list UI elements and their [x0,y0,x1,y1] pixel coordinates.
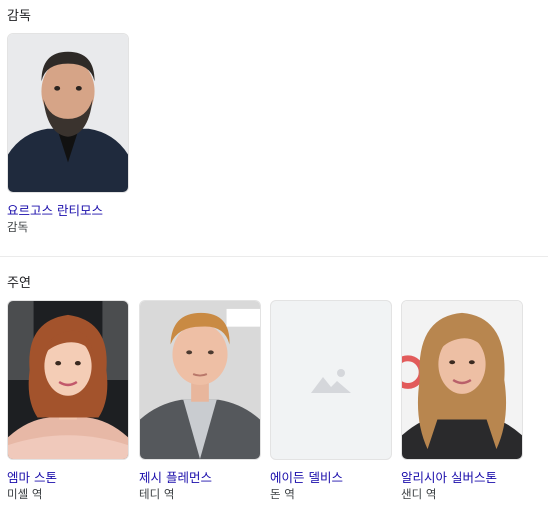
section-title-cast: 주연 [7,276,31,291]
person-name-link[interactable]: 알리시아 실버스톤 [401,470,523,485]
person-role: 샌디 역 [401,487,437,501]
section-divider [0,256,548,257]
section-title-director: 감독 [7,9,31,24]
person-name-link[interactable]: 에이든 델비스 [270,470,392,485]
person-card-cast-2[interactable]: 제시 플레먼스 테디 역 [139,300,261,501]
person-role: 감독 [7,220,29,234]
person-name-link[interactable]: 엠마 스톤 [7,470,129,485]
person-card-cast-4[interactable]: 알리시아 실버스톤 샌디 역 [401,300,523,501]
person-role: 테디 역 [139,487,175,501]
person-role: 돈 역 [270,487,295,501]
person-name-link[interactable]: 요르고스 란티모스 [7,203,129,218]
person-photo[interactable] [7,300,129,460]
image-placeholder-icon [311,367,351,393]
person-photo-placeholder[interactable] [270,300,392,460]
person-photo[interactable] [401,300,523,460]
person-name-link[interactable]: 제시 플레먼스 [139,470,261,485]
person-role: 미셸 역 [7,487,43,501]
person-card-cast-1[interactable]: 엠마 스톤 미셸 역 [7,300,129,501]
person-card-cast-3[interactable]: 에이든 델비스 돈 역 [270,300,392,501]
person-photo[interactable] [139,300,261,460]
person-photo[interactable] [7,33,129,193]
person-card-director[interactable]: 요르고스 란티모스 감독 [7,33,129,234]
